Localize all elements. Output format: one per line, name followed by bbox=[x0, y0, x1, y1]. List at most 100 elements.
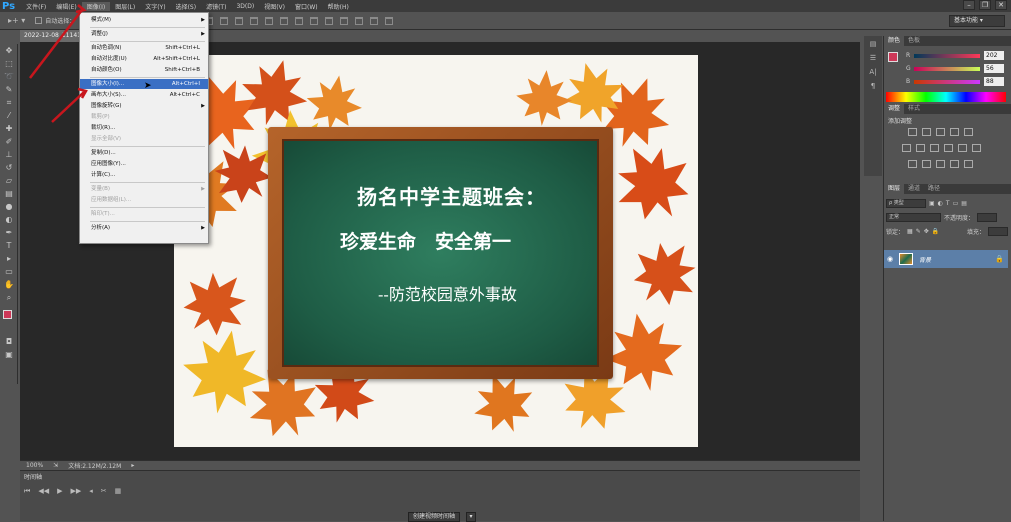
layer-row[interactable]: ◉ 背景 🔒 bbox=[884, 250, 1008, 268]
eraser-tool-icon[interactable]: ▱ bbox=[2, 175, 16, 187]
tab-color[interactable]: 颜色 bbox=[884, 36, 905, 46]
distribute-left-icon[interactable] bbox=[340, 16, 349, 25]
minimize-icon[interactable]: – bbox=[963, 0, 975, 10]
distribute-right-icon[interactable] bbox=[370, 16, 379, 25]
menu-window[interactable]: 窗口(W) bbox=[290, 2, 323, 11]
filter-adjust-icon[interactable]: ◐ bbox=[938, 200, 943, 207]
blue-value[interactable]: 88 bbox=[984, 77, 1004, 86]
eyedropper-tool-icon[interactable]: ⁄ bbox=[2, 110, 16, 122]
audio-icon[interactable]: ◂ bbox=[89, 487, 93, 496]
clone-stamp-tool-icon[interactable]: ⊥ bbox=[2, 149, 16, 161]
image-menu-item[interactable]: 分析(A) ▶ bbox=[80, 223, 208, 233]
status-menu-arrow-icon[interactable]: ▸ bbox=[131, 462, 134, 469]
menu-view[interactable]: 视图(V) bbox=[259, 2, 290, 11]
crop-tool-icon[interactable]: ⌗ bbox=[2, 97, 16, 109]
prev-frame-icon[interactable]: ◀◀ bbox=[38, 487, 49, 496]
image-menu-item[interactable]: 自动对比度(U) Alt+Shift+Ctrl+L bbox=[80, 54, 208, 64]
shape-tool-icon[interactable]: ▭ bbox=[2, 266, 16, 278]
green-track[interactable] bbox=[914, 67, 980, 71]
marquee-tool-icon[interactable]: ⬚ bbox=[2, 58, 16, 70]
blur-tool-icon[interactable]: ● bbox=[2, 201, 16, 213]
zoom-tool-icon[interactable]: ⌕ bbox=[2, 292, 16, 304]
image-menu-item[interactable]: 自动颜色(O) Shift+Ctrl+B bbox=[80, 65, 208, 75]
color-balance-icon[interactable] bbox=[916, 144, 925, 152]
hue-saturation-icon[interactable] bbox=[902, 144, 911, 152]
menu-help[interactable]: 帮助(H) bbox=[323, 2, 354, 11]
auto-select-checkbox[interactable] bbox=[35, 17, 43, 24]
green-slider[interactable]: G 56 bbox=[906, 64, 1006, 75]
brush-tool-icon[interactable]: ✐ bbox=[2, 136, 16, 148]
image-menu-item[interactable]: 模式(M) ▶ bbox=[80, 15, 208, 25]
distribute-middle-icon[interactable] bbox=[310, 16, 319, 25]
document-tab[interactable]: 2022-12-08_11141... bbox=[20, 30, 80, 42]
panel-foreground-swatch[interactable] bbox=[888, 52, 898, 62]
image-menu-item[interactable]: 计算(C)... bbox=[80, 170, 208, 180]
align-bottom-icon[interactable] bbox=[235, 16, 244, 25]
tab-styles[interactable]: 样式 bbox=[904, 104, 924, 114]
red-value[interactable]: 202 bbox=[984, 51, 1004, 60]
foreground-color-swatch[interactable] bbox=[3, 310, 12, 319]
image-menu-item[interactable]: 应用图像(Y)... bbox=[80, 159, 208, 169]
menu-edit[interactable]: 编辑(E) bbox=[51, 2, 81, 11]
gradient-tool-icon[interactable]: ▤ bbox=[2, 188, 16, 200]
lock-paint-icon[interactable]: ✎ bbox=[916, 228, 921, 235]
image-menu-item[interactable]: 自动色调(N) Shift+Ctrl+L bbox=[80, 43, 208, 53]
image-menu-item[interactable]: 复制(D)... bbox=[80, 148, 208, 158]
export-icon[interactable]: ⇲ bbox=[53, 462, 58, 469]
healing-brush-tool-icon[interactable]: ✚ bbox=[2, 123, 16, 135]
close-icon[interactable]: ✕ bbox=[995, 0, 1007, 10]
blue-slider[interactable]: B 88 bbox=[906, 77, 1006, 88]
gradient-map-icon[interactable] bbox=[950, 160, 959, 168]
menu-image[interactable]: 图像(I) bbox=[81, 1, 111, 11]
move-tool-icon[interactable]: ✥ bbox=[2, 45, 16, 57]
dodge-tool-icon[interactable]: ◐ bbox=[2, 214, 16, 226]
align-center-icon[interactable] bbox=[265, 16, 274, 25]
tab-adjustments[interactable]: 调整 bbox=[884, 104, 905, 114]
fill-input[interactable] bbox=[988, 226, 1008, 236]
exposure-icon[interactable] bbox=[950, 128, 959, 136]
menu-layer[interactable]: 图层(L) bbox=[110, 2, 140, 11]
filter-type-icon[interactable]: T bbox=[946, 200, 950, 207]
photo-filter-icon[interactable] bbox=[944, 144, 953, 152]
filter-smart-icon[interactable]: ▤ bbox=[961, 200, 967, 207]
posterize-icon[interactable] bbox=[922, 160, 931, 168]
history-brush-tool-icon[interactable]: ↺ bbox=[2, 162, 16, 174]
screen-mode-icon[interactable]: ▣ bbox=[2, 349, 16, 361]
visibility-eye-icon[interactable]: ◉ bbox=[884, 255, 896, 263]
distribute-bottom-icon[interactable] bbox=[325, 16, 334, 25]
black-white-icon[interactable] bbox=[930, 144, 939, 152]
pen-tool-icon[interactable]: ✒ bbox=[2, 227, 16, 239]
color-spectrum[interactable] bbox=[886, 92, 1006, 102]
lock-all-icon[interactable]: 🔒 bbox=[932, 228, 939, 235]
paragraph-panel-icon[interactable]: ¶ bbox=[866, 80, 880, 92]
next-frame-icon[interactable]: ▶▶ bbox=[70, 487, 81, 496]
opacity-input[interactable] bbox=[977, 212, 998, 222]
split-icon[interactable]: ✂ bbox=[101, 487, 107, 496]
quick-select-tool-icon[interactable]: ✎ bbox=[2, 84, 16, 96]
properties-panel-icon[interactable]: ☰ bbox=[866, 52, 880, 64]
move-tool-icon[interactable]: ▸+ ▾ bbox=[8, 16, 25, 25]
blend-mode-select[interactable]: 正常 bbox=[886, 212, 941, 222]
align-right-icon[interactable] bbox=[280, 16, 289, 25]
tab-layers[interactable]: 图层 bbox=[884, 184, 905, 194]
image-menu-item[interactable]: 画布大小(S)... Alt+Ctrl+C bbox=[80, 90, 208, 100]
invert-icon[interactable] bbox=[908, 160, 917, 168]
menu-file[interactable]: 文件(F) bbox=[21, 2, 51, 11]
lasso-tool-icon[interactable]: ➰ bbox=[2, 71, 16, 83]
blue-track[interactable] bbox=[914, 80, 980, 84]
vibrance-triangle-icon[interactable] bbox=[964, 128, 973, 136]
restore-icon[interactable]: ❐ bbox=[979, 0, 991, 10]
layer-filter-select[interactable]: ρ 类型 bbox=[886, 198, 926, 208]
image-menu-item[interactable]: 裁切(R)... bbox=[80, 123, 208, 133]
lock-move-icon[interactable]: ✥ bbox=[924, 228, 929, 235]
red-track[interactable] bbox=[914, 54, 980, 58]
menu-filter[interactable]: 滤镜(T) bbox=[201, 2, 231, 11]
selective-color-icon[interactable] bbox=[964, 160, 973, 168]
color-swatches[interactable] bbox=[2, 310, 16, 330]
green-value[interactable]: 56 bbox=[984, 64, 1004, 73]
distribute-top-icon[interactable] bbox=[295, 16, 304, 25]
hand-tool-icon[interactable]: ✋ bbox=[2, 279, 16, 291]
lock-pixels-icon[interactable]: ▦ bbox=[907, 228, 913, 235]
type-tool-icon[interactable]: T bbox=[2, 240, 16, 252]
brightness-icon[interactable] bbox=[908, 128, 917, 136]
